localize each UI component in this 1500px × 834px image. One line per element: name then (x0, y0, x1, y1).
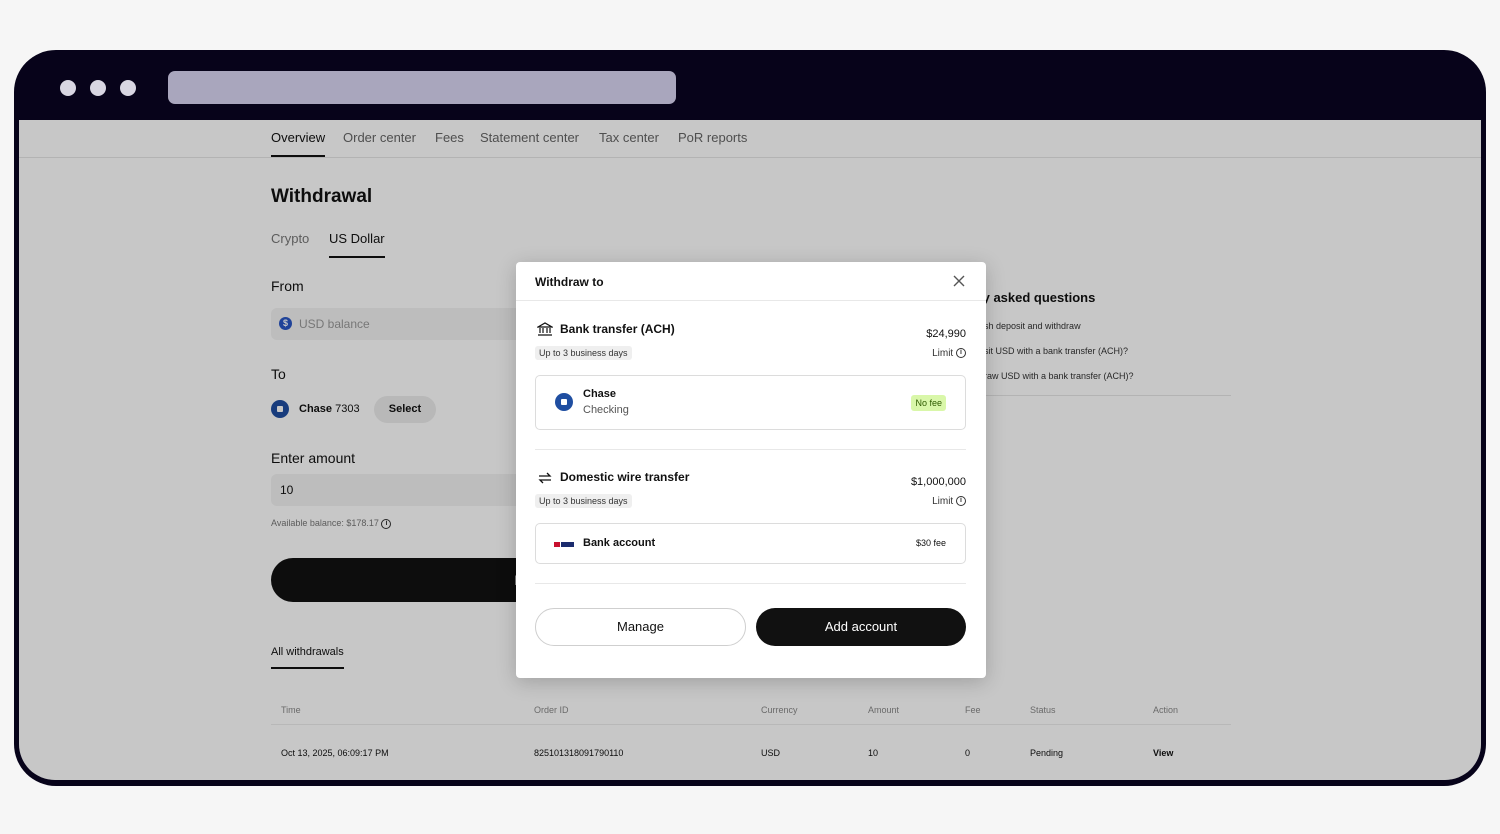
window-maximize-dot[interactable] (120, 80, 136, 96)
window-close-dot[interactable] (60, 80, 76, 96)
ach-limit-label: Limit (932, 348, 954, 359)
wire-limit-amount: $1,000,000 (910, 476, 966, 488)
window-minimize-dot[interactable] (90, 80, 106, 96)
bank-icon (537, 322, 553, 336)
wire-eta-badge: Up to 3 business days (535, 494, 632, 508)
address-bar[interactable] (168, 71, 676, 104)
add-account-button[interactable]: Add account (756, 608, 966, 646)
ach-limit-info-icon[interactable]: i (956, 348, 966, 359)
wire-fee: $30 fee (915, 538, 946, 548)
wire-limit-info-icon[interactable]: i (956, 496, 966, 507)
wire-limit-label: Limit (932, 496, 954, 507)
modal-title: Withdraw to (535, 275, 604, 289)
ach-account-type: Checking (583, 404, 629, 416)
ach-limit-amount: $24,990 (926, 328, 966, 340)
transfer-icon (538, 472, 552, 484)
wire-limit: Limit i (932, 496, 966, 507)
wire-title: Domestic wire transfer (560, 470, 690, 484)
modal-header: Withdraw to (516, 262, 986, 301)
wire-account-name: Bank account (583, 537, 656, 549)
ach-account-name: Chase (583, 388, 617, 400)
withdraw-to-modal: Withdraw to Bank transfer (ACH) Up to 3 … (516, 262, 986, 678)
ach-account-card[interactable]: Chase Checking No fee (535, 375, 966, 430)
wire-account-card[interactable]: Bank account $30 fee (535, 523, 966, 564)
ach-limit: Limit i (932, 348, 966, 359)
chase-logo-icon (555, 393, 573, 411)
no-fee-badge: No fee (911, 395, 946, 411)
ach-eta-badge: Up to 3 business days (535, 346, 632, 360)
section-divider (535, 583, 966, 584)
manage-button[interactable]: Manage (535, 608, 746, 646)
close-icon[interactable] (952, 274, 966, 288)
bank-logo-icon (554, 541, 574, 548)
ach-title: Bank transfer (ACH) (560, 322, 675, 336)
section-divider (535, 449, 966, 450)
